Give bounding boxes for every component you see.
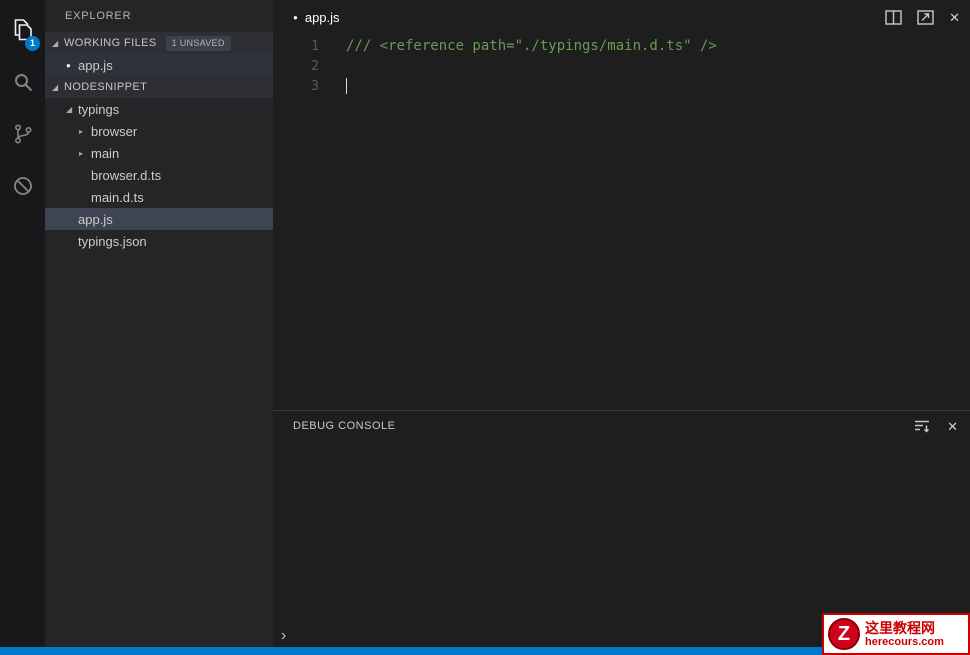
activity-bar: 1 xyxy=(0,0,45,647)
tree-item-app-js[interactable]: app.js xyxy=(45,208,273,230)
tree-item-label: browser xyxy=(91,123,138,139)
unsaved-badge: 1 UNSAVED xyxy=(165,35,231,51)
activity-git[interactable] xyxy=(0,110,45,162)
working-files-label: WORKING FILES xyxy=(64,37,157,49)
code-editor[interactable]: 1 /// <reference path="./typings/main.d.… xyxy=(273,35,970,410)
chevron-expanded-icon: ◢ xyxy=(52,82,59,92)
tab-label: app.js xyxy=(304,10,340,25)
debug-icon xyxy=(11,174,35,203)
sidebar-title: EXPLORER xyxy=(65,10,132,22)
code-text: /// <reference path="./typings/main.d.ts… xyxy=(346,38,717,54)
working-file-app-js[interactable]: ● app.js xyxy=(45,54,273,76)
working-files-header[interactable]: ◢ WORKING FILES 1 UNSAVED xyxy=(45,32,273,54)
dirty-dot-icon: ● xyxy=(293,13,298,22)
working-file-label: app.js xyxy=(78,57,113,73)
dirty-dot-icon: ● xyxy=(66,60,71,70)
panel-title: DEBUG CONSOLE xyxy=(293,420,396,432)
search-icon xyxy=(11,70,35,99)
tree-item-label: main xyxy=(91,145,120,161)
tab-bar: ● app.js ✕ xyxy=(273,0,970,35)
split-editor-icon[interactable] xyxy=(885,10,902,25)
activity-debug[interactable] xyxy=(0,162,45,214)
explorer-sidebar: EXPLORER ◢ WORKING FILES 1 UNSAVED ● app… xyxy=(45,0,273,647)
tree-item-label: app.js xyxy=(78,211,113,227)
tree-item-main[interactable]: ▸ main xyxy=(45,142,273,164)
watermark-logo: Z xyxy=(828,618,860,650)
console-output xyxy=(273,441,970,625)
text-cursor xyxy=(346,78,347,94)
filter-icon[interactable] xyxy=(913,419,931,433)
tree-item-label: typings.json xyxy=(78,233,147,249)
chevron-expanded-icon: ◢ xyxy=(66,104,73,114)
line-number: 3 xyxy=(311,78,319,94)
panel-header: DEBUG CONSOLE ✕ xyxy=(273,411,970,441)
open-preview-icon[interactable] xyxy=(917,10,934,25)
chevron-expanded-icon: ◢ xyxy=(52,38,59,48)
tree-item-label: typings xyxy=(78,101,120,117)
git-branch-icon xyxy=(11,122,35,151)
tree-item-browser[interactable]: ▸ browser xyxy=(45,120,273,142)
tab-app-js[interactable]: ● app.js xyxy=(293,10,340,25)
project-label: NODESNIPPET xyxy=(64,81,148,93)
watermark: Z 这里教程网 herecours.com xyxy=(822,613,970,655)
code-line[interactable]: 3 xyxy=(273,76,970,96)
tree-item-browser-d-ts[interactable]: browser.d.ts xyxy=(45,164,273,186)
close-panel-icon[interactable]: ✕ xyxy=(947,420,958,433)
tree-item-label: browser.d.ts xyxy=(91,167,162,183)
line-number: 2 xyxy=(311,58,319,74)
chevron-collapsed-icon: ▸ xyxy=(79,126,84,136)
code-line[interactable]: 1 /// <reference path="./typings/main.d.… xyxy=(273,36,970,56)
panel-actions: ✕ xyxy=(913,419,958,433)
close-editor-icon[interactable]: ✕ xyxy=(949,11,960,24)
debug-console-panel: DEBUG CONSOLE ✕ › xyxy=(273,410,970,647)
line-number: 1 xyxy=(311,38,319,54)
code-line[interactable]: 2 xyxy=(273,56,970,76)
editor-group: ● app.js ✕ 1 /// <reference path="./typi… xyxy=(273,0,970,647)
activity-explorer[interactable]: 1 xyxy=(0,6,45,58)
tree-item-typings[interactable]: ◢ typings xyxy=(45,98,273,120)
tree-item-typings-json[interactable]: typings.json xyxy=(45,230,273,252)
explorer-badge: 1 xyxy=(25,36,40,51)
prompt-chevron-icon: › xyxy=(281,627,287,644)
activity-search[interactable] xyxy=(0,58,45,110)
watermark-title: 这里教程网 xyxy=(865,619,935,636)
chevron-collapsed-icon: ▸ xyxy=(79,148,84,158)
tree-item-main-d-ts[interactable]: main.d.ts xyxy=(45,186,273,208)
editor-actions: ✕ xyxy=(885,0,960,35)
tree-item-label: main.d.ts xyxy=(91,189,144,205)
project-header[interactable]: ◢ NODESNIPPET xyxy=(45,76,273,98)
vscode-window: 1 EXPLORER ◢ WORKING FILES 1 UNSAVED ● a… xyxy=(0,0,970,655)
watermark-url: herecours.com xyxy=(865,635,944,648)
